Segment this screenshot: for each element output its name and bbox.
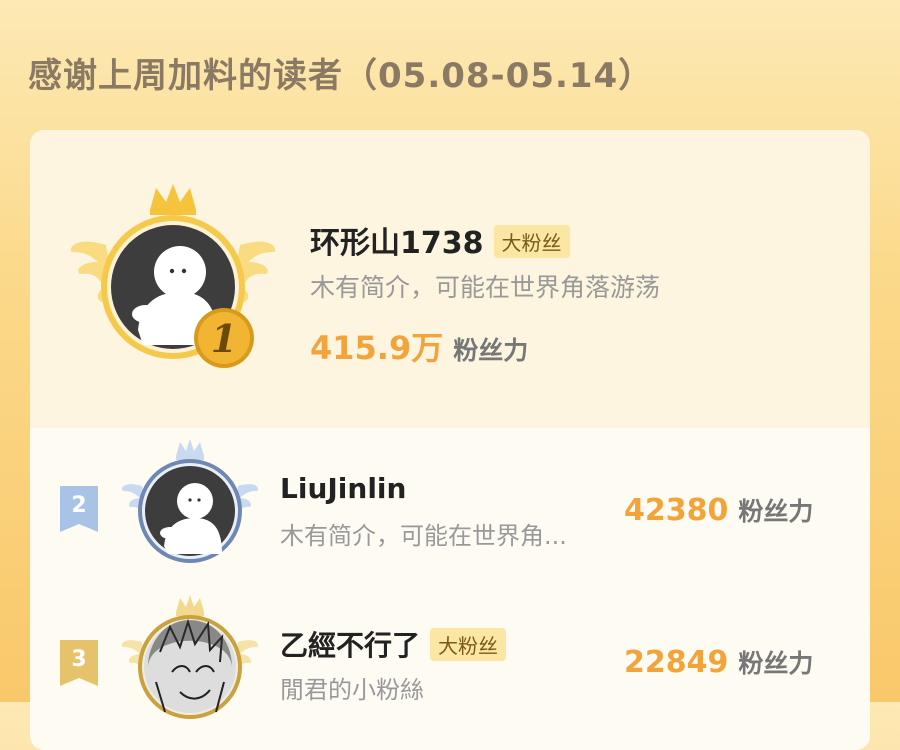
user-fans: 22849 粉丝力 bbox=[624, 644, 813, 680]
crown-icon bbox=[176, 595, 204, 616]
rank-medal-icon: 1 bbox=[194, 308, 254, 368]
fan-level-badge: 大粉丝 bbox=[430, 627, 507, 661]
user-name[interactable]: LiuJinlin bbox=[280, 472, 406, 505]
list-item[interactable]: 3 乙經不行了 大粉丝 閒君的小粉絲 22849 粉丝力 bbox=[30, 580, 870, 730]
leaderboard-card: 1 环形山1738 大粉丝 木有简介，可能在世界角落游荡 415.9万 粉丝力 2 bbox=[30, 130, 870, 750]
page-title: 感谢上周加料的读者（05.08-05.14） bbox=[28, 56, 654, 96]
svg-text:1: 1 bbox=[211, 316, 237, 361]
fans-value: 415.9万 bbox=[310, 329, 444, 367]
top-fan-fans: 415.9万 粉丝力 bbox=[310, 323, 528, 369]
user-avatar[interactable] bbox=[120, 436, 260, 572]
user-avatar[interactable] bbox=[120, 592, 260, 728]
fans-value: 22849 bbox=[624, 645, 729, 680]
user-bio: 木有简介，可能在世界角... bbox=[280, 522, 567, 550]
fan-level-badge: 大粉丝 bbox=[493, 225, 570, 258]
top-fan-avatar[interactable]: 1 bbox=[68, 180, 278, 370]
top-fan-panel: 1 环形山1738 大粉丝 木有简介，可能在世界角落游荡 415.9万 粉丝力 bbox=[30, 130, 870, 428]
top-fan-name-text[interactable]: 环形山1738 bbox=[310, 226, 484, 261]
crown-icon bbox=[176, 439, 204, 460]
top-fan-name[interactable]: 环形山1738 大粉丝 bbox=[310, 218, 570, 262]
user-name[interactable]: 乙經不行了 大粉丝 bbox=[280, 624, 507, 664]
rank-badge: 2 bbox=[60, 486, 98, 532]
rank-badge: 3 bbox=[60, 640, 98, 686]
list-item[interactable]: 2 LiuJinlin 木有简介，可能在世界角... 42380 粉丝力 bbox=[30, 428, 870, 578]
fans-value: 42380 bbox=[624, 493, 729, 528]
crown-icon bbox=[150, 184, 196, 215]
fans-label: 粉丝力 bbox=[738, 649, 814, 678]
user-name-text[interactable]: 乙經不行了 bbox=[280, 629, 420, 662]
top-fan-bio: 木有简介，可能在世界角落游荡 bbox=[310, 273, 661, 302]
user-fans: 42380 粉丝力 bbox=[624, 492, 813, 528]
fans-label: 粉丝力 bbox=[738, 497, 814, 526]
user-bio: 閒君的小粉絲 bbox=[280, 676, 424, 704]
fans-label: 粉丝力 bbox=[453, 336, 529, 365]
